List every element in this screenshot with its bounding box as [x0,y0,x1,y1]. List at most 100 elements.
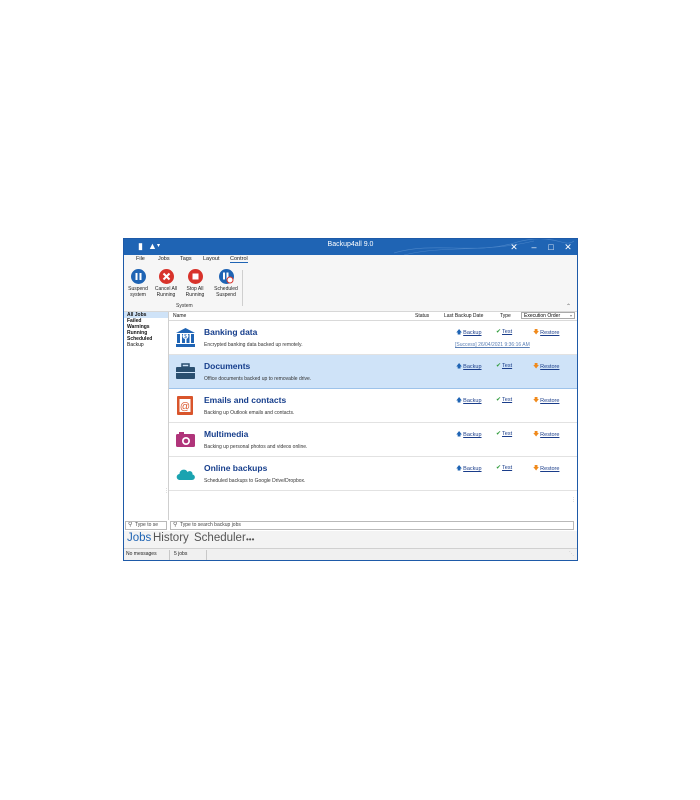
backup-link[interactable]: 🡅Backup [456,464,482,474]
title-bar: ▮ ▲ ▾ Backup4all 9.0 ✕ – □ ✕ [124,239,577,255]
menu-file[interactable]: File [136,256,145,262]
job-row-documents[interactable]: Documents Office documents backed up to … [169,355,577,389]
menu-bar: File Jobs Tags Layout Control [124,255,577,266]
sidebar-item-backup[interactable]: Backup [124,342,168,348]
backup-arrow-icon: 🡅 [456,432,463,438]
suspend-label-2: system [130,292,146,298]
job-name: Online backups [204,463,268,473]
job-list-header: Name Status Last Backup Date Type Execut… [169,312,577,321]
svg-text:@: @ [180,402,190,413]
job-name: Emails and contacts [204,395,287,405]
execution-order-dropdown[interactable]: Execution Order ▾ [521,312,575,319]
close-tab-icon[interactable]: ✕ [504,240,524,254]
stop-label-2: Running [185,292,205,298]
restore-link[interactable]: 🡇Restore [533,464,559,474]
restore-arrow-icon: 🡇 [533,398,540,404]
restore-link[interactable]: 🡇Restore [533,328,559,338]
backup-link-label: Backup [463,432,482,438]
backup-link[interactable]: 🡅Backup [456,328,482,338]
camera-icon [176,432,195,447]
job-name: Banking data [204,327,258,337]
restore-link[interactable]: 🡇Restore [533,430,559,440]
job-name: Documents [204,361,251,371]
svg-text:$: $ [184,334,187,340]
scheduled-suspend-button[interactable]: Scheduled Suspend [213,269,239,298]
stop-all-running-button[interactable]: Stop All Running [182,269,208,298]
nav-more-icon[interactable]: ••• [246,535,254,544]
menu-tags[interactable]: Tags [180,256,192,262]
sidebar: All Jobs Failed Warnings Running Schedul… [124,312,169,520]
app-window: ▮ ▲ ▾ Backup4all 9.0 ✕ – □ ✕ File Jobs T… [123,238,578,561]
backup-arrow-icon: 🡅 [456,330,463,336]
column-name[interactable]: Name [173,313,186,319]
search-icon: ⚲ [128,522,133,528]
job-description: Office documents backed up to removable … [204,376,312,382]
status-separator [169,550,170,560]
nav-tab-scheduler[interactable]: Scheduler [194,532,246,544]
job-search-input[interactable]: ⚲ Type to search backup jobs [170,521,574,530]
dropdown-chevron-icon: ▾ [569,313,572,318]
restore-arrow-icon: 🡇 [533,330,540,336]
column-status[interactable]: Status [415,313,429,319]
test-link[interactable]: ✔Test [496,464,512,471]
bank-icon: $ [176,328,195,347]
nav-tab-jobs[interactable]: Jobs [127,532,151,544]
job-row-online-backups[interactable]: Online backups Scheduled backups to Goog… [169,457,577,491]
job-description: Encrypted banking data backed up remotel… [204,342,303,348]
column-type[interactable]: Type [500,313,511,319]
test-link-label: Test [502,465,513,471]
restore-link[interactable]: 🡇Restore [533,362,559,372]
test-link[interactable]: ✔Test [496,396,512,403]
test-link-label: Test [502,329,513,335]
checkmark-icon: ✔ [496,465,502,471]
last-backup-status[interactable]: [Success] 26/04/2021 9:36:16 AM [455,342,530,348]
status-messages: No messages [126,551,157,557]
job-description: Backing up personal photos and videos on… [204,444,308,450]
restore-arrow-icon: 🡇 [533,466,540,472]
job-row-emails-and-contacts[interactable]: @ Emails and contacts Backing up Outlook… [169,389,577,423]
menu-control[interactable]: Control [230,256,248,263]
email-icon: @ [177,396,193,415]
job-row-multimedia[interactable]: Multimedia Backing up personal photos an… [169,423,577,457]
cancel-all-running-button[interactable]: Cancel All Running [153,269,179,298]
test-link[interactable]: ✔Test [496,362,512,369]
restore-link-label: Restore [540,466,560,472]
job-search-placeholder: Type to search backup jobs [180,522,241,528]
test-link[interactable]: ✔Test [496,328,512,335]
cloud-icon [176,469,195,480]
close-button[interactable]: ✕ [558,240,577,254]
backup-link[interactable]: 🡅Backup [456,430,482,440]
ribbon-group-label: System [176,303,193,309]
backup-link-label: Backup [463,398,482,404]
nav-tab-history[interactable]: History [153,532,189,544]
sidebar-search-input[interactable]: ⚲ Type to se [125,521,167,530]
suspend-system-button[interactable]: Suspend system [125,269,151,298]
restore-link[interactable]: 🡇Restore [533,396,559,406]
checkmark-icon: ✔ [496,397,502,403]
checkmark-icon: ✔ [496,329,502,335]
restore-link-label: Restore [540,432,560,438]
resize-grip-icon[interactable]: ⋱ [569,551,574,557]
status-bar: No messages 5 jobs ⋱ [124,548,577,560]
backup-link[interactable]: 🡅Backup [456,396,482,406]
briefcase-icon [176,363,195,379]
execution-order-label: Execution Order [524,313,561,319]
backup-link[interactable]: 🡅Backup [456,362,482,372]
restore-link-label: Restore [540,398,560,404]
cancel-label-2: Running [156,292,176,298]
search-icon: ⚲ [173,522,178,528]
backup-arrow-icon: 🡅 [456,364,463,370]
job-row-banking-data[interactable]: $ Banking data Encrypted banking data ba… [169,321,577,355]
menu-jobs[interactable]: Jobs [158,256,170,262]
ribbon-group-separator [242,270,243,306]
test-link-label: Test [502,363,513,369]
ribbon-collapse-icon[interactable]: ⌃ [566,303,571,310]
list-splitter-handle[interactable]: ⋮ [571,497,576,503]
column-last-backup[interactable]: Last Backup Date [444,313,483,319]
menu-layout[interactable]: Layout [203,256,220,262]
checkmark-icon: ✔ [496,363,502,369]
test-link[interactable]: ✔Test [496,430,512,437]
test-link-label: Test [502,431,513,437]
restore-arrow-icon: 🡇 [533,364,540,370]
job-description: Backing up Outlook emails and contacts. [204,410,295,416]
